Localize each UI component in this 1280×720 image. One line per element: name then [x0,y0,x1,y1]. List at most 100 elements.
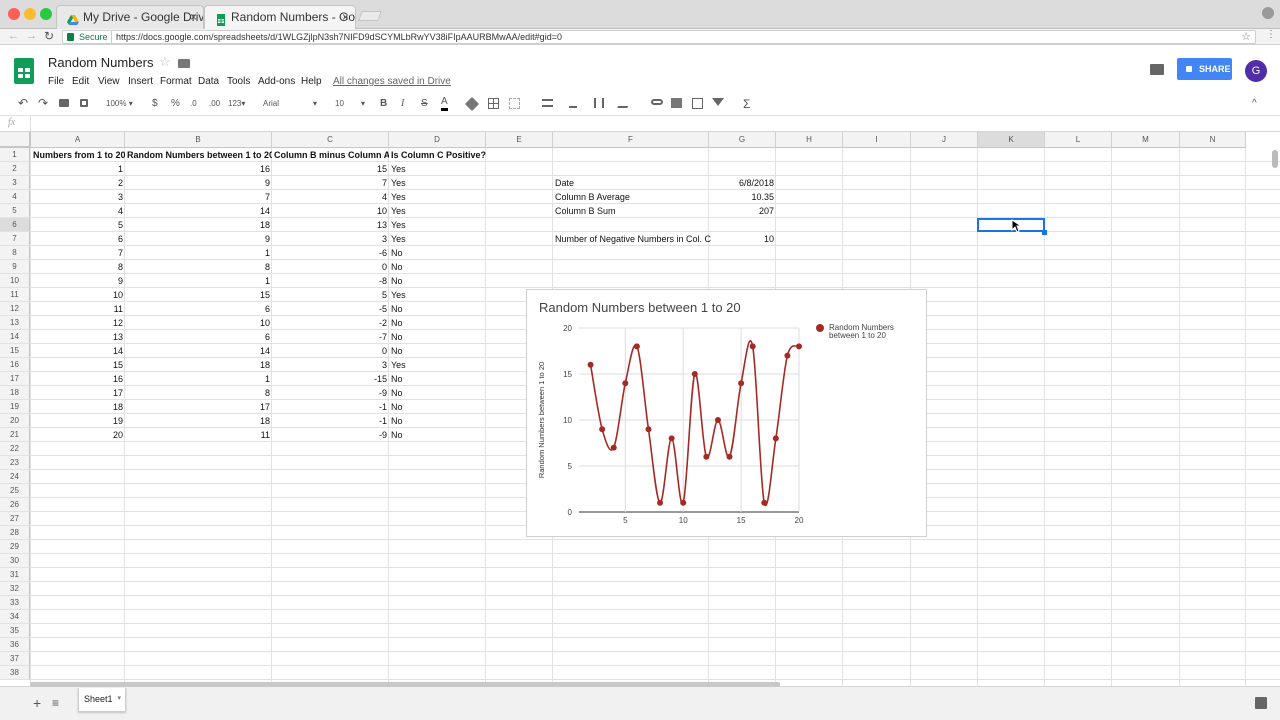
table-cell[interactable]: 4 [272,190,389,204]
table-cell[interactable]: 10 [272,204,389,218]
currency-format-button[interactable]: $ [152,96,158,112]
back-icon[interactable]: ← [8,30,19,42]
comments-icon[interactable] [1150,64,1164,75]
table-cell[interactable]: Yes [389,176,486,190]
borders-icon[interactable] [488,98,499,109]
table-cell[interactable]: 7 [31,246,125,260]
table-cell[interactable]: 8 [31,260,125,274]
table-cell[interactable]: 13 [272,218,389,232]
table-cell[interactable]: 17 [125,400,272,414]
vertical-align-icon[interactable] [569,98,577,108]
new-tab-button[interactable] [358,11,382,21]
table-cell[interactable]: 15 [125,288,272,302]
summary-value[interactable]: 6/8/2018 [709,176,776,190]
table-cell[interactable]: 18 [125,414,272,428]
menu-format[interactable]: Format [160,76,192,87]
chevron-down-icon[interactable]: ▾ [117,688,121,710]
add-sheet-button[interactable]: + [33,695,41,711]
table-cell[interactable]: 14 [31,344,125,358]
close-tab-icon[interactable]: × [342,6,349,28]
avatar[interactable]: G [1245,60,1267,82]
table-cell[interactable]: -6 [272,246,389,260]
table-cell[interactable]: 19 [31,414,125,428]
menu-insert[interactable]: Insert [128,76,153,87]
browser-tab-drive[interactable]: My Drive - Google Drive × [56,5,204,29]
font-size-select[interactable]: 10 ▾ [335,96,365,112]
undo-icon[interactable]: ↶ [18,95,28,111]
horizontal-align-icon[interactable] [542,99,553,107]
menu-data[interactable]: Data [198,76,219,87]
table-cell[interactable]: 9 [31,274,125,288]
filter-icon[interactable] [712,98,724,106]
insert-chart-icon[interactable] [692,98,703,109]
italic-button[interactable]: I [401,96,404,112]
table-cell[interactable]: 3 [31,190,125,204]
print-icon[interactable] [59,99,69,107]
table-cell[interactable]: No [389,302,486,316]
table-cell[interactable]: 14 [125,344,272,358]
summary-value[interactable]: 10.35 [709,190,776,204]
table-cell[interactable]: 8 [125,260,272,274]
text-color-button[interactable]: A [441,96,448,111]
table-cell[interactable]: Yes [389,162,486,176]
table-cell[interactable]: 14 [125,204,272,218]
table-cell[interactable]: -9 [272,386,389,400]
menu-tools[interactable]: Tools [227,76,250,87]
table-cell[interactable]: No [389,428,486,442]
minimize-window-button[interactable] [24,8,36,20]
zoom-select[interactable]: 100% ▾ [106,96,133,112]
table-cell[interactable]: 9 [125,232,272,246]
table-cell[interactable]: 0 [272,344,389,358]
insert-link-icon[interactable] [651,99,663,105]
collapse-toolbar-icon[interactable]: ^ [1252,96,1257,112]
paint-format-icon[interactable] [80,99,88,107]
menu-addons[interactable]: Add-ons [258,76,295,87]
increase-decimal-button[interactable]: .00 [209,96,220,112]
table-cell[interactable]: 1 [125,372,272,386]
table-cell[interactable]: 1 [125,246,272,260]
text-wrap-icon[interactable] [594,98,604,108]
redo-icon[interactable]: ↷ [38,95,48,111]
table-cell[interactable]: Yes [389,288,486,302]
folder-icon[interactable] [178,59,190,68]
header-cell[interactable]: Random Numbers between 1 to 20 [125,148,272,162]
table-cell[interactable]: 10 [125,316,272,330]
table-cell[interactable]: 6 [31,232,125,246]
table-cell[interactable]: -9 [272,428,389,442]
table-cell[interactable]: No [389,372,486,386]
table-cell[interactable]: 18 [125,218,272,232]
insert-comment-icon[interactable] [671,98,682,108]
table-cell[interactable]: 1 [125,274,272,288]
browser-tab-sheets[interactable]: Random Numbers - Google Sh × [204,5,356,29]
table-cell[interactable]: 12 [31,316,125,330]
bookmark-star-icon[interactable]: ☆ [1241,30,1251,43]
table-cell[interactable]: 13 [31,330,125,344]
fill-color-icon[interactable] [464,96,480,112]
header-cell[interactable]: Column B minus Column A [272,148,389,162]
table-cell[interactable]: No [389,246,486,260]
sheets-logo-icon[interactable] [14,58,34,84]
table-cell[interactable]: Yes [389,218,486,232]
formula-input[interactable] [30,116,1280,131]
table-cell[interactable]: -7 [272,330,389,344]
table-cell[interactable]: No [389,260,486,274]
strikethrough-button[interactable]: S [421,96,428,112]
table-cell[interactable]: No [389,386,486,400]
url-field[interactable]: Secure https://docs.google.com/spreadshe… [62,30,1256,44]
horizontal-scrollbar[interactable] [30,682,780,687]
table-cell[interactable]: 7 [125,190,272,204]
vertical-scrollbar[interactable] [1272,150,1278,168]
table-cell[interactable]: 1 [31,162,125,176]
table-cell[interactable]: No [389,400,486,414]
table-cell[interactable]: -2 [272,316,389,330]
forward-icon[interactable]: → [26,30,37,42]
table-cell[interactable]: 8 [125,386,272,400]
percent-format-button[interactable]: % [171,96,180,112]
more-formats-select[interactable]: 123▾ [228,96,245,112]
table-cell[interactable]: 6 [125,330,272,344]
table-cell[interactable]: Yes [389,190,486,204]
sheet-tab[interactable]: Sheet1 ▾ [78,688,126,712]
table-cell[interactable]: 7 [272,176,389,190]
table-cell[interactable]: No [389,330,486,344]
table-cell[interactable]: 11 [125,428,272,442]
